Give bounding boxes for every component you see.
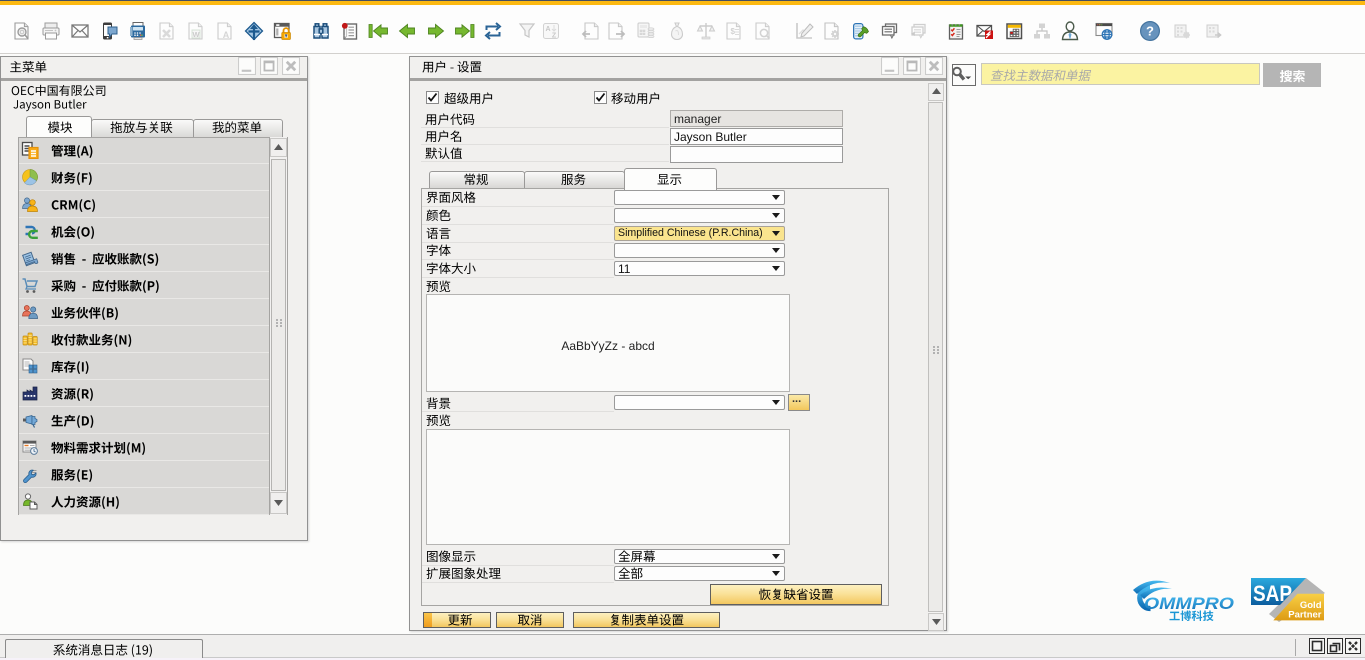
svg-text:Partner: Partner [1288,610,1322,621]
svg-text:?: ? [1146,24,1154,39]
svg-text:Z: Z [552,33,557,40]
svg-text:$: $ [731,27,736,36]
svg-text:A: A [545,26,550,33]
svg-text:W: W [192,30,200,39]
svg-text:A: A [223,30,230,40]
svg-text:SAP: SAP [1253,581,1292,606]
svg-text:OMMPRO: OMMPRO [1144,595,1234,613]
